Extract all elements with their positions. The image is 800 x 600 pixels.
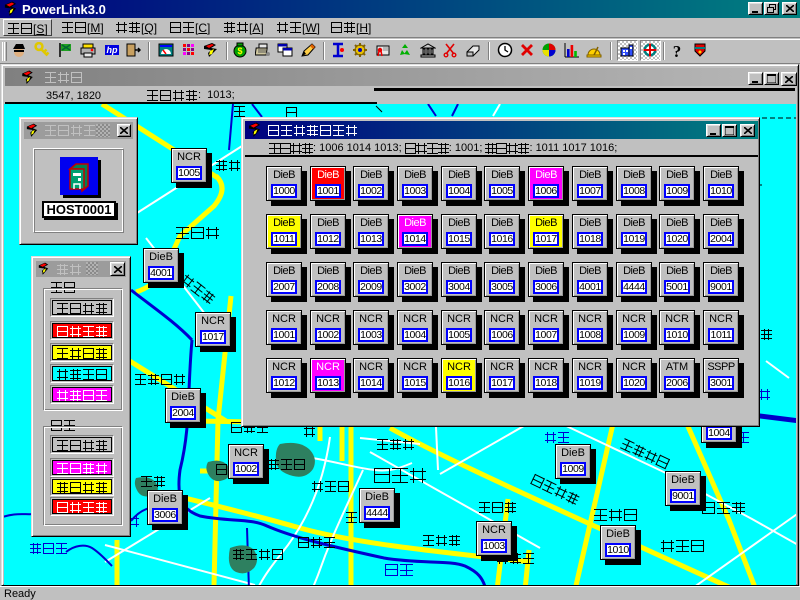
svg-text:hp: hp: [107, 45, 118, 55]
svg-text:?: ?: [673, 42, 682, 58]
svg-text:$: $: [237, 46, 242, 56]
